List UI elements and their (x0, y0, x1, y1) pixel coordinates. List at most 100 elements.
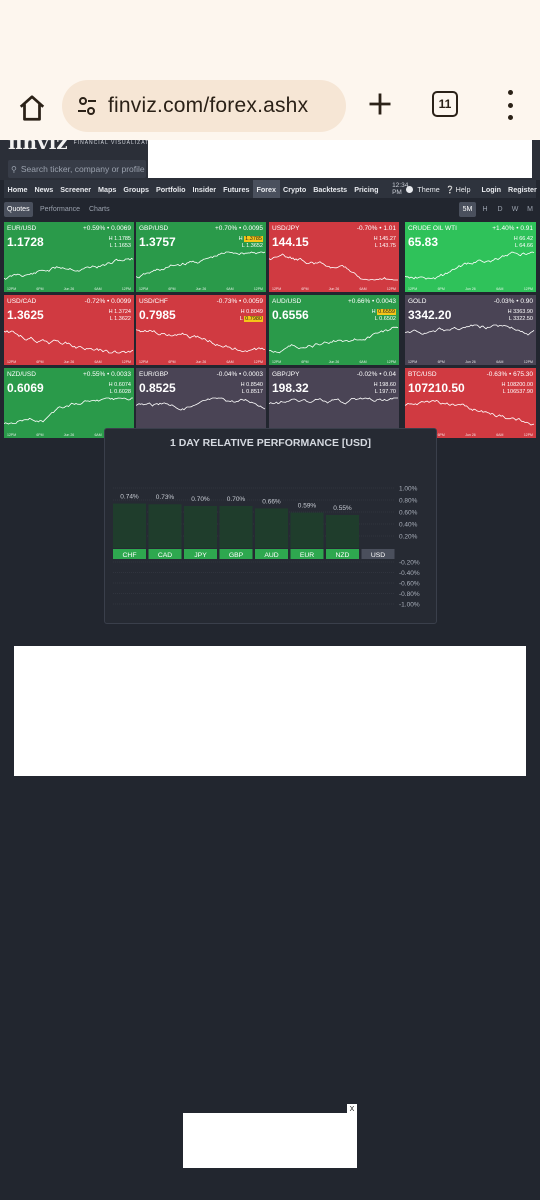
tile-sparkline (269, 326, 399, 354)
timeframe-m[interactable]: M (523, 202, 537, 217)
time-tick: 12PM (386, 287, 396, 291)
tile-symbol: EUR/GBP (139, 371, 169, 378)
timeframe-h[interactable]: H (478, 202, 492, 217)
tile-low: L 1.1653 (109, 243, 131, 249)
nav-maps[interactable]: Maps (95, 185, 120, 194)
overflow-menu-icon[interactable] (498, 90, 522, 120)
quote-tile-crude-oil-wti[interactable]: CRUDE OIL WTI +1.40% • 0.91 65.83 H 66.42 L … (405, 222, 536, 292)
site-settings-icon[interactable] (74, 93, 100, 119)
home-button[interactable] (14, 90, 50, 126)
ad-banner-middle[interactable] (14, 646, 526, 776)
home-icon (19, 95, 45, 121)
theme-label[interactable]: Theme (417, 185, 439, 194)
nav-crypto[interactable]: Crypto (280, 185, 310, 194)
tile-sparkline (269, 253, 398, 281)
time-tick: 12PM (408, 360, 418, 364)
nav-backtests[interactable]: Backtests (310, 185, 351, 194)
ad-banner-top[interactable] (148, 140, 532, 178)
help-icon[interactable]: ❔ (446, 185, 455, 194)
nav-futures[interactable]: Futures (220, 185, 253, 194)
nav-help[interactable]: Help (455, 185, 474, 194)
tile-time-axis: 12PM 6PM Jun 26 6AM 12PM (4, 360, 134, 364)
nav-home[interactable]: Home (4, 185, 31, 194)
tab-performance[interactable]: Performance (37, 202, 83, 217)
tile-high: H 198.60 (373, 382, 396, 388)
nav-groups[interactable]: Groups (120, 185, 153, 194)
performance-bar (326, 515, 359, 548)
tab-charts[interactable]: Charts (86, 202, 113, 217)
quote-tile-usd-jpy[interactable]: USD/JPY -0.70% • 1.01 144.15 H 145.27 L 143.… (269, 222, 399, 292)
time-tick: 12PM (408, 287, 418, 291)
quote-tile-usd-chf[interactable]: USD/CHF -0.73% • 0.0059 0.7985 H 0.8049 L 0.… (136, 295, 266, 365)
time-tick: 6AM (94, 287, 102, 291)
tile-price: 0.7985 (139, 308, 176, 322)
quote-tile-gold[interactable]: GOLD -0.03% • 0.90 3342.20 H 3363.90 L 3322.… (405, 295, 536, 365)
tile-high: H 108200.00 (501, 382, 534, 388)
tile-sparkline (136, 251, 266, 279)
tile-low: L 1.3652 (241, 243, 263, 249)
new-tab-button[interactable] (364, 88, 396, 120)
relative-performance-chart: 1.00% 0.80% 0.60% 0.40% 0.20% -0.20% -0.40% -0.… (113, 486, 420, 609)
quote-tile-usd-cad[interactable]: USD/CAD -0.72% • 0.0099 1.3625 H 1.3724 L 1.… (4, 295, 134, 365)
address-bar[interactable]: finviz.com/forex.ashx (62, 80, 346, 132)
tile-high: H 145.27 (373, 236, 396, 242)
performance-bar (255, 508, 288, 548)
time-tick: 12PM (253, 360, 263, 364)
url-text[interactable]: finviz.com/forex.ashx (108, 94, 308, 118)
finviz-logo[interactable]: finviz FINANCIAL VISUALIZATIONS (8, 140, 165, 152)
currency-label: CHF (123, 552, 137, 559)
tile-symbol: USD/CHF (139, 298, 168, 305)
tile-price: 0.6069 (7, 381, 44, 395)
tab-quotes[interactable]: Quotes (4, 202, 33, 217)
tile-low: L 0.6028 (109, 389, 131, 395)
nav-register[interactable]: Register (505, 185, 540, 194)
browser-toolbar: finviz.com/forex.ashx 11 (0, 76, 540, 140)
tile-high: H 0.6559 (371, 309, 396, 315)
currency-label: JPY (194, 552, 207, 559)
quote-tile-gbp-usd[interactable]: GBP/USD +0.70% • 0.0095 1.3757 H 1.3785 L 1.… (136, 222, 266, 292)
time-tick: 6AM (226, 360, 234, 364)
tile-symbol: BTC/USD (408, 371, 437, 378)
tile-change: +0.70% • 0.0095 (215, 225, 263, 232)
tile-low: L 106537.90 (502, 389, 533, 395)
timeframe-5m[interactable]: 5M (459, 202, 476, 217)
time-tick: 12PM (272, 360, 282, 364)
search-input[interactable]: ⚲ Search ticker, company or profile (8, 160, 146, 178)
time-tick: 6AM (359, 360, 367, 364)
performance-bar (184, 506, 217, 548)
tile-low: L 64.66 (514, 243, 533, 249)
nav-insider[interactable]: Insider (189, 185, 220, 194)
bar-value-label: 0.70% (227, 496, 246, 503)
ad-banner-bottom[interactable] (183, 1113, 357, 1168)
tile-price: 1.3757 (139, 235, 176, 249)
nav-news[interactable]: News (31, 185, 57, 194)
tile-high: H 1.3724 (108, 309, 131, 315)
time-tick: Jun 26 (465, 360, 476, 364)
tile-sparkline (136, 397, 266, 411)
time-tick: 12PM (253, 287, 263, 291)
timeframe-d[interactable]: D (493, 202, 507, 217)
tile-symbol: AUD/USD (272, 298, 302, 305)
currency-label: GBP (229, 552, 244, 559)
y-tick-label: 0.40% (399, 522, 418, 529)
tile-sparkline (4, 330, 134, 354)
quote-tile-aud-usd[interactable]: AUD/USD +0.66% • 0.0043 0.6556 H 0.6559 L 0.… (269, 295, 399, 365)
tile-time-axis: 12PM 6PM Jun 26 6AM 12PM (405, 287, 536, 291)
tab-switcher-button[interactable]: 11 (432, 91, 458, 117)
timeframe-w[interactable]: W (508, 202, 522, 217)
nav-forex[interactable]: Forex (252, 180, 280, 198)
time-tick: 6AM (496, 433, 504, 437)
bar-value-label: 0.73% (156, 494, 175, 501)
nav-login[interactable]: Login (478, 185, 505, 194)
nav-pricing[interactable]: Pricing (351, 185, 382, 194)
plus-icon (369, 93, 391, 115)
nav-portfolio[interactable]: Portfolio (152, 185, 189, 194)
ad-close-button[interactable]: X (347, 1104, 357, 1114)
y-tick-label: 0.80% (399, 498, 418, 505)
time-tick: 12PM (523, 360, 533, 364)
y-tick-label: -1.00% (399, 602, 420, 609)
quote-tile-eur-usd[interactable]: EUR/USD +0.59% • 0.0069 1.1728 H 1.1785 L 1.… (4, 222, 134, 292)
nav-screener[interactable]: Screener (57, 185, 95, 194)
tile-price: 0.8525 (139, 381, 176, 395)
tile-symbol: USD/JPY (272, 225, 300, 232)
